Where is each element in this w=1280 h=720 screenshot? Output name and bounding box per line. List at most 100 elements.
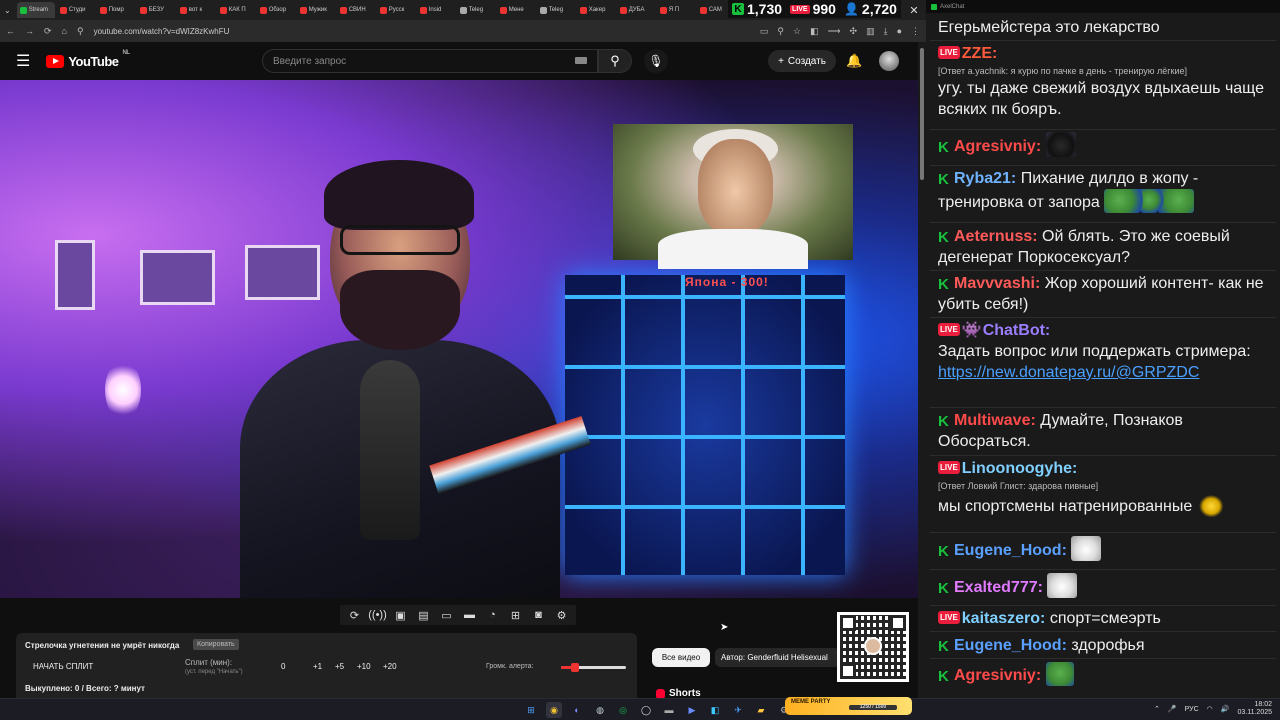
profile-icon[interactable]: ● (897, 26, 902, 37)
volume-slider[interactable] (561, 663, 626, 672)
chip-all-videos[interactable]: Все видео (652, 648, 710, 667)
chat-nickname[interactable]: Aeternuss: (954, 228, 1038, 245)
browser-tab[interactable]: Студи (57, 2, 95, 18)
hamburger-menu-icon[interactable]: ☰ (16, 51, 30, 71)
browser-tab[interactable]: ДУБА (617, 2, 655, 18)
close-button[interactable]: ✕ (909, 4, 918, 17)
browser-tab[interactable]: КАК П (217, 2, 255, 18)
chevron-up-icon[interactable]: ⌃ (1154, 705, 1160, 713)
volume-icon[interactable]: 🔊 (1221, 705, 1230, 713)
chat-nickname[interactable]: Agresivniy: (954, 138, 1041, 155)
download-icon[interactable]: ⤓ (884, 26, 888, 37)
reload-icon[interactable]: ⟳ (44, 26, 52, 37)
avatar[interactable] (879, 51, 899, 71)
browser-tab[interactable]: Хакер (577, 2, 615, 18)
puzzle-icon[interactable]: ✣ (850, 26, 858, 37)
chat-nickname[interactable]: Linoonoogyhe: (962, 460, 1078, 477)
chat-nickname[interactable]: ChatBot: (983, 322, 1051, 339)
clock[interactable]: 18:02 03.11.2025 (1237, 701, 1272, 717)
step-button[interactable]: +20 (383, 662, 397, 671)
player-icon[interactable]: ▶ (684, 702, 700, 718)
app-icon[interactable]: ▬ (661, 702, 677, 718)
star-icon[interactable]: ☆ (793, 26, 801, 37)
voice-search-button[interactable]: 🎙 (644, 49, 668, 73)
browser-tab[interactable]: Мужик (297, 2, 335, 18)
folder-icon[interactable]: ▰ (753, 702, 769, 718)
search-input[interactable]: Введите запрос (262, 49, 598, 73)
url-field[interactable]: youtube.com/watch?v=dWIZ8zKwhFU (94, 27, 750, 36)
sidebar-icon[interactable]: ▥ (866, 26, 875, 37)
cast-icon[interactable]: ▭ (760, 26, 769, 37)
video-player[interactable]: Япона - 300! (0, 80, 918, 598)
browser-tab[interactable]: Мене (497, 2, 535, 18)
browser-tab[interactable]: Teleg (457, 2, 495, 18)
browser-tab[interactable]: Teleg (537, 2, 575, 18)
step-button[interactable]: +10 (357, 662, 371, 671)
screenshot-settings-icon[interactable]: ▣ (392, 608, 409, 623)
browser-tab[interactable]: Я П (657, 2, 695, 18)
create-button[interactable]: + Создать (768, 50, 836, 72)
browser-tab[interactable]: вот к (177, 2, 215, 18)
app-icon[interactable]: ◧ (707, 702, 723, 718)
chat-nickname[interactable]: Mavvvashi: (954, 275, 1040, 292)
bell-icon[interactable]: 🔔 (846, 53, 862, 69)
home-icon[interactable]: ⌂ (62, 26, 67, 36)
loop-icon[interactable]: ⟳ (346, 608, 363, 623)
kick-icon: K (938, 580, 949, 597)
menu-icon[interactable]: ⋮ (911, 26, 920, 37)
clapper-icon[interactable]: ▤ (415, 608, 432, 623)
browser-tab[interactable]: Помр (97, 2, 135, 18)
scrollbar-thumb[interactable] (920, 48, 924, 180)
donation-link[interactable]: https://new.donatepay.ru/@GRPZDC (938, 364, 1199, 381)
broadcast-icon[interactable]: ((•)) (368, 608, 387, 623)
spotify-icon[interactable]: ◎ (615, 702, 631, 718)
step-button[interactable]: +1 (313, 662, 322, 671)
copy-button[interactable]: Копировать (193, 639, 239, 650)
site-info-icon[interactable]: ⚲ (77, 26, 84, 37)
telegram-icon[interactable]: ✈ (730, 702, 746, 718)
windows-start-icon[interactable]: ⊞ (523, 702, 539, 718)
chat-nickname[interactable]: Exalted777: (954, 579, 1043, 596)
kick-count: 1,730 (747, 1, 783, 17)
tab-search-icon[interactable]: ⌄ (4, 6, 11, 15)
add-icon[interactable]: ⊞ (507, 608, 524, 623)
chat-nickname[interactable]: ZZE: (962, 45, 998, 62)
aspect-icon[interactable]: ▭ (438, 608, 455, 623)
start-split-button[interactable]: НАЧАТЬ СПЛИТ (33, 662, 93, 671)
wifi-icon[interactable]: ◠ (1207, 705, 1213, 713)
mic-icon[interactable]: 🎤 (1168, 705, 1177, 713)
camera-icon[interactable]: ◙ (530, 608, 547, 623)
chat-nickname[interactable]: Eugene_Hood: (954, 542, 1067, 559)
zoom-icon[interactable]: ⚲ (777, 26, 784, 37)
chat-nickname[interactable]: kaitaszero: (962, 610, 1046, 627)
keyboard-icon[interactable] (575, 57, 587, 64)
cinema-icon[interactable]: ▬ (461, 608, 478, 623)
chrome-icon[interactable]: ◉ (546, 702, 562, 718)
forward-icon[interactable]: → (25, 26, 34, 36)
browser-tab[interactable]: Обзор (257, 2, 295, 18)
speed-icon[interactable]: ◔ (484, 608, 501, 623)
obs-icon[interactable]: ◯ (638, 702, 654, 718)
gear-icon[interactable]: ⚙ (553, 608, 570, 623)
back-icon[interactable]: ← (6, 26, 15, 36)
browser-tab[interactable]: Insid (417, 2, 455, 18)
youtube-logo[interactable]: YouTube NL (46, 50, 130, 69)
step-button[interactable]: +5 (335, 662, 344, 671)
chat-nickname[interactable]: Ryba21: (954, 170, 1016, 187)
chat-nickname[interactable]: Multiwave: (954, 412, 1036, 429)
chip-author[interactable]: Автор: Genderfluid Helisexual (715, 648, 840, 667)
extension-icon[interactable]: ◧ (810, 26, 819, 37)
browser-tab[interactable]: СВИН (337, 2, 375, 18)
language-indicator[interactable]: РУС (1185, 706, 1199, 713)
chat-nickname[interactable]: Agresivniy: (954, 667, 1041, 684)
volume-knob[interactable] (570, 663, 579, 672)
translate-icon[interactable]: ⟶ (828, 26, 841, 37)
browser-tab[interactable]: Stream (16, 2, 55, 18)
steam-icon[interactable]: ◍ (592, 702, 608, 718)
meme-party-widget[interactable]: MEME PARTY 1250 / 1500 (785, 697, 912, 715)
discord-icon[interactable]: ◐ (569, 702, 585, 718)
browser-tab[interactable]: Русск (377, 2, 415, 18)
chat-nickname[interactable]: Eugene_Hood: (954, 637, 1067, 654)
browser-tab[interactable]: БЕЗУ (137, 2, 175, 18)
search-button[interactable]: ⚲ (598, 49, 632, 73)
